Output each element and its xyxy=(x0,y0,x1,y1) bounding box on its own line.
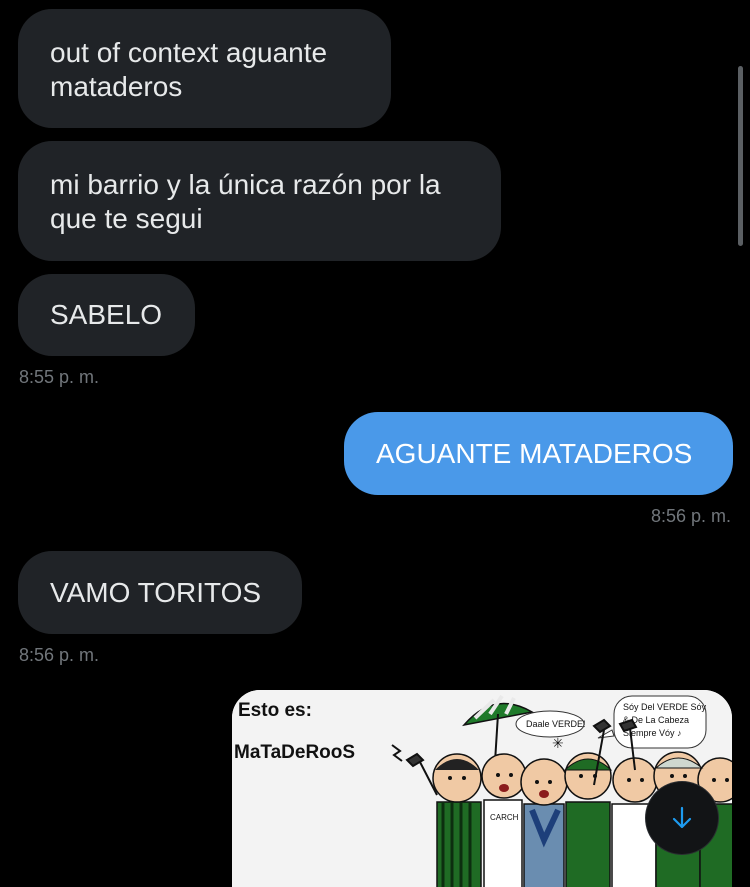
meme-caption: MaTaDeRooS xyxy=(234,742,355,763)
message-text: AGUANTE MATADEROS xyxy=(376,438,693,469)
message-text: SABELO xyxy=(50,299,163,330)
message-bubble-outgoing[interactable]: AGUANTE MATADEROS xyxy=(344,412,733,495)
message-text: out of context aguante xyxy=(50,37,328,68)
message-bubble-incoming[interactable]: VAMO TORITOS xyxy=(18,551,302,634)
message-bubble-incoming[interactable]: out of context aguante mataderos xyxy=(18,9,391,128)
arrow-down-icon xyxy=(672,806,692,829)
message-timestamp: 8:56 p. m. xyxy=(19,645,100,665)
message-bubble-incoming[interactable]: mi barrio y la única razón por la que te… xyxy=(18,141,501,261)
meme-speech: Sóy Del VERDE Sóy xyxy=(623,702,707,712)
meme-shout: Daale VERDE! xyxy=(526,719,586,729)
message-bubble-incoming[interactable]: SABELO xyxy=(18,274,195,356)
scroll-to-bottom-button[interactable] xyxy=(646,782,718,854)
svg-text:✳: ✳ xyxy=(552,735,564,751)
message-text: que te segui xyxy=(50,203,203,234)
message-text: VAMO TORITOS xyxy=(50,577,262,608)
media-image-meme[interactable]: Esto es: MaTaDeRooS Daale VERDE! ✳ Sóy D… xyxy=(232,690,732,887)
message-timestamp: 8:55 p. m. xyxy=(19,367,100,387)
message-timestamp: 8:56 p. m. xyxy=(650,506,731,526)
meme-caption: Esto es: xyxy=(238,700,312,721)
meme-illustration: Esto es: MaTaDeRooS Daale VERDE! ✳ Sóy D… xyxy=(232,690,732,887)
meme-shirt-text: CARCH xyxy=(490,813,519,822)
message-text: mataderos xyxy=(50,71,183,102)
scrollbar[interactable] xyxy=(738,66,743,246)
message-text: mi barrio y la única razón por la xyxy=(50,169,441,200)
